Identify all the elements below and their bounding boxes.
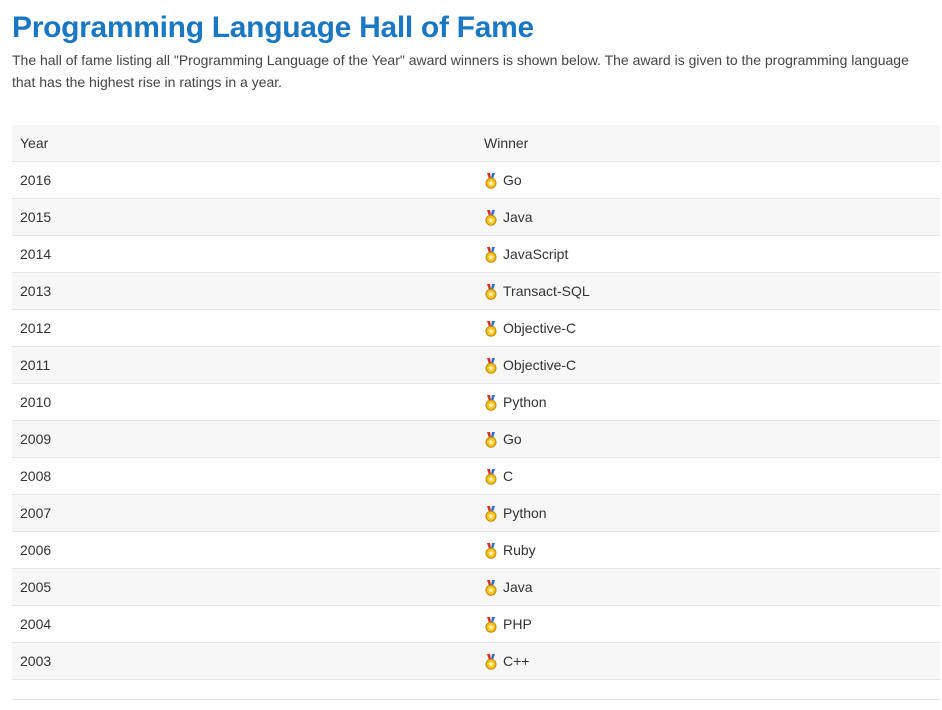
medal-icon bbox=[484, 358, 498, 374]
winner-cell: Ruby bbox=[484, 532, 536, 568]
winner-cell: Go bbox=[484, 162, 522, 198]
year-cell: 2011 bbox=[20, 357, 51, 373]
winner-language: Go bbox=[503, 172, 522, 188]
winner-cell: C bbox=[484, 458, 513, 494]
medal-icon bbox=[484, 432, 498, 448]
table-row: 2006 Ruby bbox=[12, 532, 940, 569]
year-cell: 2005 bbox=[20, 579, 52, 595]
winner-cell: Transact-SQL bbox=[484, 273, 590, 309]
medal-icon bbox=[484, 580, 498, 596]
winner-language: C bbox=[503, 468, 514, 484]
medal-icon bbox=[484, 506, 498, 522]
column-header-winner-label: Winner bbox=[484, 135, 529, 151]
year-cell: 2013 bbox=[20, 283, 52, 299]
year-cell: 2007 bbox=[20, 505, 52, 521]
table-row: 2016 Go bbox=[12, 162, 940, 199]
winner-language: Java bbox=[503, 209, 533, 225]
page-content: Programming Language Hall of Fame The ha… bbox=[12, 0, 940, 680]
year-cell: 2012 bbox=[20, 320, 52, 336]
winner-cell: PHP bbox=[484, 606, 532, 642]
table-header-row: Year Winner bbox=[12, 125, 940, 162]
table-row: 2003 C++ bbox=[12, 643, 940, 680]
table-row: 2010 Python bbox=[12, 384, 940, 421]
winner-cell: C++ bbox=[484, 643, 529, 679]
year-cell: 2004 bbox=[20, 616, 52, 632]
table-row: 2012 Objective-C bbox=[12, 310, 940, 347]
winner-cell: Python bbox=[484, 495, 547, 531]
year-cell: 2015 bbox=[20, 209, 52, 225]
table-row: 2011 Objective-C bbox=[12, 347, 940, 384]
page-title: Programming Language Hall of Fame bbox=[12, 11, 534, 44]
year-cell: 2016 bbox=[20, 172, 52, 188]
table-body: 2016 Go 2015 Java 2014 JavaScript 2013 Transact… bbox=[12, 162, 940, 680]
winner-language: Objective-C bbox=[503, 320, 577, 336]
winner-cell: Java bbox=[484, 199, 533, 235]
medal-icon bbox=[484, 284, 498, 300]
medal-icon bbox=[484, 543, 498, 559]
winner-language: Python bbox=[503, 505, 547, 521]
year-cell: 2006 bbox=[20, 542, 52, 558]
medal-icon bbox=[484, 654, 498, 670]
winner-language: Transact-SQL bbox=[503, 283, 590, 299]
winner-language: Ruby bbox=[503, 542, 536, 558]
medal-icon bbox=[484, 469, 498, 485]
winner-language: JavaScript bbox=[503, 246, 569, 262]
medal-icon bbox=[484, 210, 498, 226]
winner-language: C++ bbox=[503, 653, 530, 669]
table-row: 2007 Python bbox=[12, 495, 940, 532]
table-row: 2013 Transact-SQL bbox=[12, 273, 940, 310]
table-row: 2008 C bbox=[12, 458, 940, 495]
year-cell: 2009 bbox=[20, 431, 52, 447]
intro-text: The hall of fame listing all "Programmin… bbox=[12, 52, 909, 90]
table-row: 2015 Java bbox=[12, 199, 940, 236]
winner-language: Objective-C bbox=[503, 357, 577, 373]
winner-cell: JavaScript bbox=[484, 236, 568, 272]
medal-icon bbox=[484, 321, 498, 337]
year-cell: 2008 bbox=[20, 468, 52, 484]
medal-icon bbox=[484, 247, 498, 263]
table-row: 2014 JavaScript bbox=[12, 236, 940, 273]
winner-cell: Java bbox=[484, 569, 533, 605]
table-row: 2009 Go bbox=[12, 421, 940, 458]
column-header-year: Year bbox=[20, 135, 49, 151]
winner-language: PHP bbox=[503, 616, 532, 632]
winner-cell: Go bbox=[484, 421, 522, 457]
winner-language: Python bbox=[503, 394, 547, 410]
winner-cell: Objective-C bbox=[484, 310, 576, 346]
table-row: 2004 PHP bbox=[12, 606, 940, 643]
winner-cell: Objective-C bbox=[484, 347, 576, 383]
winner-language: Go bbox=[503, 431, 522, 447]
medal-icon bbox=[484, 173, 498, 189]
year-cell: 2003 bbox=[20, 653, 52, 669]
year-cell: 2010 bbox=[20, 394, 52, 410]
medal-icon bbox=[484, 617, 498, 633]
footer-divider bbox=[12, 699, 940, 700]
table-row: 2005 Java bbox=[12, 569, 940, 606]
winner-cell: Python bbox=[484, 384, 547, 420]
hall-of-fame-table: Year Winner 2016 Go 2015 Java 2014 JavaScript… bbox=[12, 125, 940, 680]
year-cell: 2014 bbox=[20, 246, 52, 262]
medal-icon bbox=[484, 395, 498, 411]
column-header-winner: Winner bbox=[484, 125, 528, 161]
winner-language: Java bbox=[503, 579, 533, 595]
